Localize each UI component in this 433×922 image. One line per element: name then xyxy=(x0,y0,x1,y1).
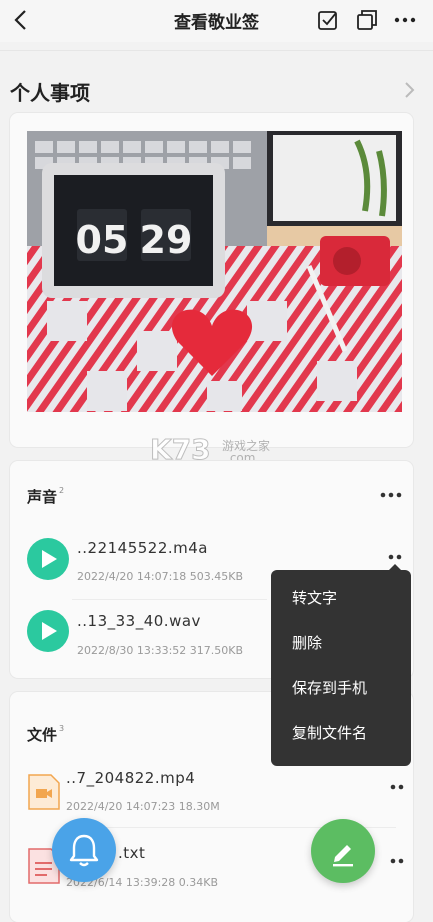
copy-icon[interactable] xyxy=(355,8,379,32)
photo-image: 05 29 xyxy=(27,131,402,412)
files-section-title: 文件 3 xyxy=(27,724,64,745)
file-item-more-icon[interactable] xyxy=(389,857,405,865)
context-menu: 转文字 删除 保存到手机 复制文件名 xyxy=(271,564,411,766)
audio-file-name[interactable]: ..13_33_40.wav xyxy=(77,612,201,630)
audio-item-more-icon[interactable] xyxy=(387,553,403,561)
bell-icon xyxy=(69,834,99,867)
more-icon[interactable] xyxy=(393,8,417,32)
files-count: 3 xyxy=(59,724,65,733)
file-name[interactable]: .txt xyxy=(118,844,145,862)
menu-item-delete[interactable]: 删除 xyxy=(292,632,322,653)
menu-item-copy-filename[interactable]: 复制文件名 xyxy=(292,722,367,743)
play-icon xyxy=(42,550,57,568)
play-icon xyxy=(42,622,57,640)
play-button[interactable] xyxy=(27,538,69,580)
header-divider xyxy=(0,50,433,51)
clock-hours: 05 xyxy=(76,218,129,262)
menu-caret xyxy=(389,564,401,570)
video-file-icon xyxy=(28,774,60,810)
section-title: 个人事项 xyxy=(10,81,90,105)
attached-photo[interactable]: 05 29 xyxy=(27,131,402,412)
pencil-icon xyxy=(333,845,353,867)
checklist-icon[interactable] xyxy=(316,8,340,32)
audio-count: 2 xyxy=(59,486,65,495)
menu-item-save-to-phone[interactable]: 保存到手机 xyxy=(292,677,367,698)
edit-fab[interactable] xyxy=(311,819,375,883)
file-item-more-icon[interactable] xyxy=(389,783,405,791)
play-button[interactable] xyxy=(27,610,69,652)
audio-more-icon[interactable] xyxy=(380,491,402,499)
files-title: 文件 xyxy=(27,726,58,744)
chevron-right-icon[interactable] xyxy=(400,80,418,100)
audio-file-meta: 2022/4/20 14:07:18 503.45KB xyxy=(77,570,244,583)
clock-minutes: 29 xyxy=(140,218,193,262)
audio-file-meta: 2022/8/30 13:33:52 317.50KB xyxy=(77,644,244,657)
file-meta: 2022/4/20 14:07:23 18.30M xyxy=(66,800,220,813)
file-name[interactable]: ..7_204822.mp4 xyxy=(66,769,195,787)
reminder-fab[interactable] xyxy=(52,818,116,882)
audio-title: 声音 xyxy=(27,488,58,506)
audio-section-title: 声音 2 xyxy=(27,486,64,507)
row-divider xyxy=(72,599,267,600)
audio-file-name[interactable]: ..22145522.m4a xyxy=(77,539,208,557)
top-bar: 查看敬业签 xyxy=(0,0,433,42)
menu-item-transcribe[interactable]: 转文字 xyxy=(292,587,337,608)
